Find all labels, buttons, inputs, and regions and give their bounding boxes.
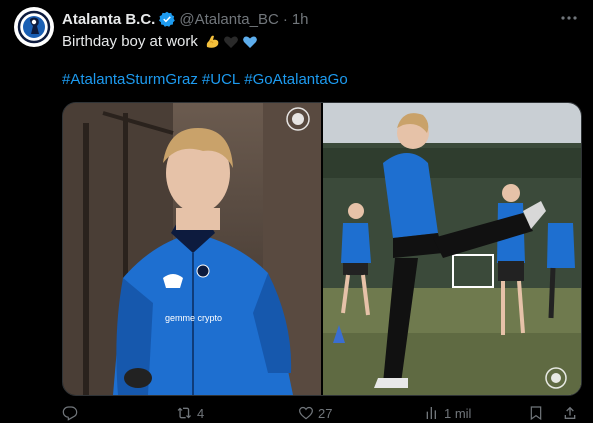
share-icon (564, 406, 576, 419)
reply-icon (62, 406, 78, 421)
player-portrait-image: gemme crypto (63, 103, 321, 395)
tweet-header: Atalanta B.C. @Atalanta_BC · 1h (62, 10, 309, 28)
author-name[interactable]: Atalanta B.C. (62, 11, 155, 28)
retweet-button[interactable]: 4 (177, 405, 204, 421)
training-pitch-image (323, 103, 581, 395)
bookmark-icon (530, 406, 542, 421)
views-button[interactable]: 1 mil (424, 405, 471, 421)
action-bar: 4 27 1 mil (62, 405, 580, 423)
photo-1[interactable]: gemme crypto (63, 103, 321, 395)
atalanta-crest-icon (15, 8, 53, 46)
blue-heart-icon (243, 36, 257, 48)
bookmark-button[interactable] (528, 405, 544, 421)
timestamp[interactable]: 1h (292, 11, 309, 28)
tweet-text: Birthday boy at work (62, 32, 258, 52)
share-button[interactable] (562, 405, 578, 421)
media-grid: gemme crypto (62, 102, 582, 396)
shirt-text: gemme crypto (165, 313, 222, 323)
hashtag-link[interactable]: #AtalantaSturmGraz (62, 71, 198, 88)
flexed-biceps-icon (206, 35, 219, 48)
reply-button[interactable] (62, 405, 82, 421)
heart-icon (299, 406, 313, 420)
hashtag-list: #AtalantaSturmGraz #UCL #GoAtalantaGo (62, 70, 352, 90)
photo-2[interactable] (323, 103, 581, 395)
tweet[interactable]: Atalanta B.C. @Atalanta_BC · 1h Birthday… (0, 0, 593, 423)
verified-badge-icon (159, 11, 176, 27)
views-count: 1 mil (444, 405, 472, 421)
like-count: 27 (318, 405, 333, 421)
separator-dot: · (282, 10, 288, 28)
like-button[interactable]: 27 (298, 405, 332, 421)
hashtag-link[interactable]: #UCL (202, 71, 240, 88)
retweet-icon (177, 407, 191, 419)
retweet-count: 4 (197, 405, 205, 421)
tweet-text-content: Birthday boy at work (62, 33, 198, 50)
views-chart-icon (426, 407, 436, 419)
hashtag-link[interactable]: #GoAtalantaGo (244, 71, 347, 88)
author-handle[interactable]: @Atalanta_BC (179, 11, 278, 28)
avatar[interactable] (14, 7, 54, 47)
more-options-icon[interactable] (559, 8, 579, 28)
black-heart-icon (224, 36, 238, 48)
